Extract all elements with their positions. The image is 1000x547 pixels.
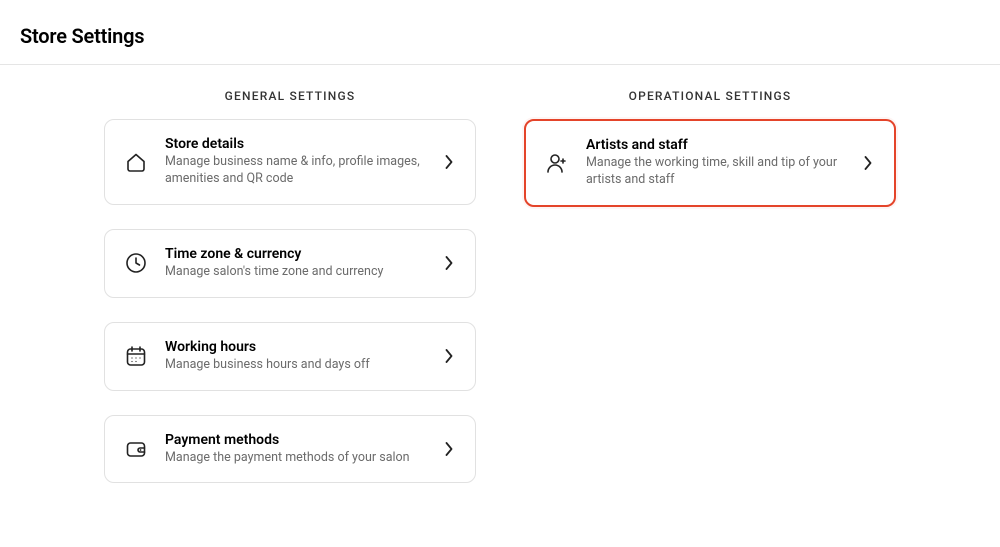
page-title: Store Settings [20,24,980,48]
chevron-right-icon [860,155,876,171]
user-plus-icon [544,150,570,176]
clock-icon [123,250,149,276]
card-working-hours[interactable]: Working hours Manage business hours and … [104,322,476,391]
home-icon [123,149,149,175]
card-title: Time zone & currency [165,246,425,262]
settings-columns: GENERAL SETTINGS Store details Manage bu… [0,65,1000,547]
card-desc: Manage salon's time zone and currency [165,264,425,281]
general-settings-column: GENERAL SETTINGS Store details Manage bu… [104,89,476,507]
card-title: Working hours [165,339,425,355]
card-title: Artists and staff [586,137,844,153]
card-time-zone-currency[interactable]: Time zone & currency Manage salon's time… [104,229,476,298]
wallet-icon [123,436,149,462]
general-settings-heading: GENERAL SETTINGS [104,89,476,103]
card-artists-and-staff[interactable]: Artists and staff Manage the working tim… [524,119,896,207]
operational-settings-column: OPERATIONAL SETTINGS Artists and staff M… [524,89,896,231]
operational-settings-heading: OPERATIONAL SETTINGS [524,89,896,103]
chevron-right-icon [441,348,457,364]
chevron-right-icon [441,441,457,457]
card-title: Store details [165,136,425,152]
calendar-icon [123,343,149,369]
chevron-right-icon [441,154,457,170]
card-desc: Manage business name & info, profile ima… [165,154,425,188]
card-desc: Manage business hours and days off [165,357,425,374]
card-payment-methods[interactable]: Payment methods Manage the payment metho… [104,415,476,484]
card-title: Payment methods [165,432,425,448]
card-desc: Manage the working time, skill and tip o… [586,155,844,189]
chevron-right-icon [441,255,457,271]
card-desc: Manage the payment methods of your salon [165,450,425,467]
card-store-details[interactable]: Store details Manage business name & inf… [104,119,476,205]
